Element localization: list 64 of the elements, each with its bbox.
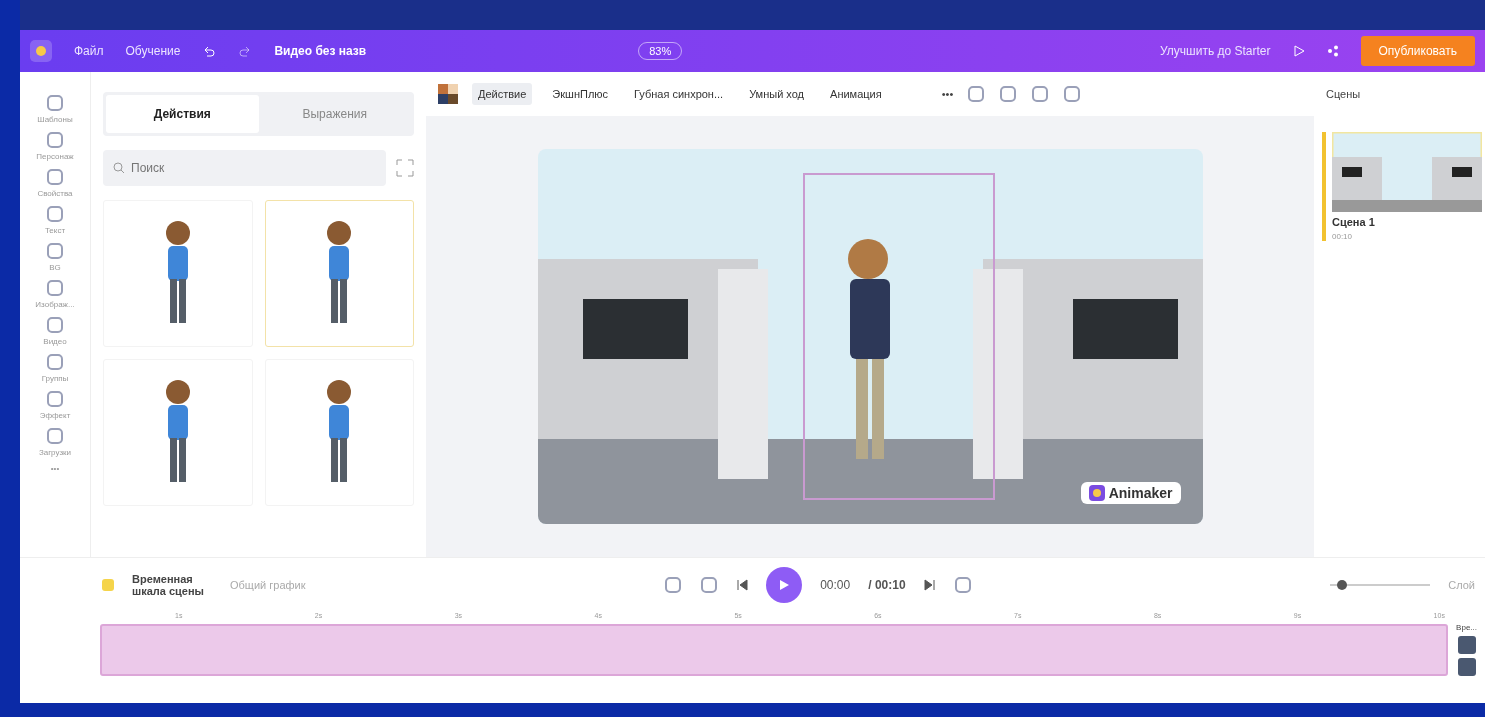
square-icon	[46, 427, 64, 445]
sidebar-item[interactable]: Шаблоны	[37, 94, 73, 124]
skip-forward-icon[interactable]	[923, 579, 936, 591]
play-icon	[778, 579, 791, 591]
timeline-title: Временная шкала сцены	[132, 573, 205, 597]
logo-icon	[1088, 485, 1105, 501]
search-icon	[113, 162, 125, 174]
skip-back-icon[interactable]	[736, 579, 749, 591]
square-icon	[46, 390, 64, 408]
publish-button[interactable]: Опубликовать	[1360, 36, 1475, 66]
video-title[interactable]: Видео без назв	[274, 44, 367, 58]
sidebar-item[interactable]: Изображ...	[35, 279, 75, 309]
zoom-in-button[interactable]	[1457, 636, 1476, 654]
sidebar-item[interactable]: BG	[46, 242, 64, 272]
layer-button[interactable]: Слой	[1448, 579, 1475, 591]
play-button[interactable]	[766, 567, 803, 603]
sidebar-item[interactable]: Группы	[41, 353, 69, 383]
current-time: 00:00	[820, 578, 851, 592]
sidebar-item[interactable]: Видео	[43, 316, 67, 346]
logo-icon	[30, 40, 52, 62]
undo-icon[interactable]	[202, 44, 217, 58]
color-swatch-icon[interactable]	[438, 84, 458, 104]
scene-card[interactable]: Сцена 1 00:10	[1322, 132, 1485, 241]
sidebar-item[interactable]: Свойства	[37, 168, 73, 198]
total-time: / 00:10	[868, 578, 906, 592]
panel-tab[interactable]: Действия	[106, 95, 259, 133]
share-icon[interactable]	[1326, 45, 1339, 57]
play-icon[interactable]	[1292, 45, 1305, 57]
menu-item[interactable]: Файл	[74, 44, 104, 58]
zoom-out-button[interactable]	[1457, 658, 1476, 676]
camera-track[interactable]	[100, 623, 1449, 676]
action-thumbnail[interactable]	[103, 359, 253, 506]
menu-item[interactable]: Обучение	[125, 44, 181, 58]
square-icon	[46, 279, 64, 297]
square-icon	[46, 242, 64, 260]
action-thumbnail[interactable]	[264, 200, 414, 347]
upgrade-link[interactable]: Улучшить до Starter	[1160, 44, 1271, 58]
overall-timeline-button[interactable]: Общий график	[230, 579, 306, 591]
timeline-icon	[102, 579, 114, 591]
square-icon	[46, 205, 64, 223]
action-thumbnail[interactable]	[264, 359, 414, 506]
square-icon	[46, 316, 64, 334]
toolbar-tab[interactable]: Умный ход	[743, 83, 811, 105]
square-icon	[46, 168, 64, 186]
slider-thumb[interactable]	[1337, 580, 1348, 590]
animaker-badge: Animaker	[1080, 482, 1181, 504]
sidebar-item[interactable]: Персонаж	[36, 131, 74, 161]
sidebar-item[interactable]: Текст	[44, 205, 66, 235]
sidebar-item[interactable]: Эффект	[39, 390, 71, 420]
toolbar-tab[interactable]: ЭкшнПлюс	[546, 83, 615, 105]
toolbar-tab[interactable]: Действие	[472, 83, 533, 105]
square-icon	[46, 94, 64, 112]
toolbar-tab[interactable]: Губная синхрон...	[628, 83, 730, 105]
square-icon	[46, 353, 64, 371]
scenes-title: Сцены	[1325, 87, 1362, 102]
side-label: Вре...	[1456, 623, 1477, 632]
search-field[interactable]: Поиск	[103, 150, 386, 186]
toolbar-tab[interactable]: Анимация	[824, 83, 888, 105]
more-button[interactable]: •••	[941, 88, 954, 100]
more-items[interactable]: •••	[50, 464, 60, 473]
sidebar-item[interactable]: Загрузки	[38, 427, 72, 457]
square-icon	[46, 131, 64, 149]
action-thumbnail[interactable]	[103, 200, 253, 347]
panel-tab[interactable]: Выражения	[258, 95, 411, 133]
